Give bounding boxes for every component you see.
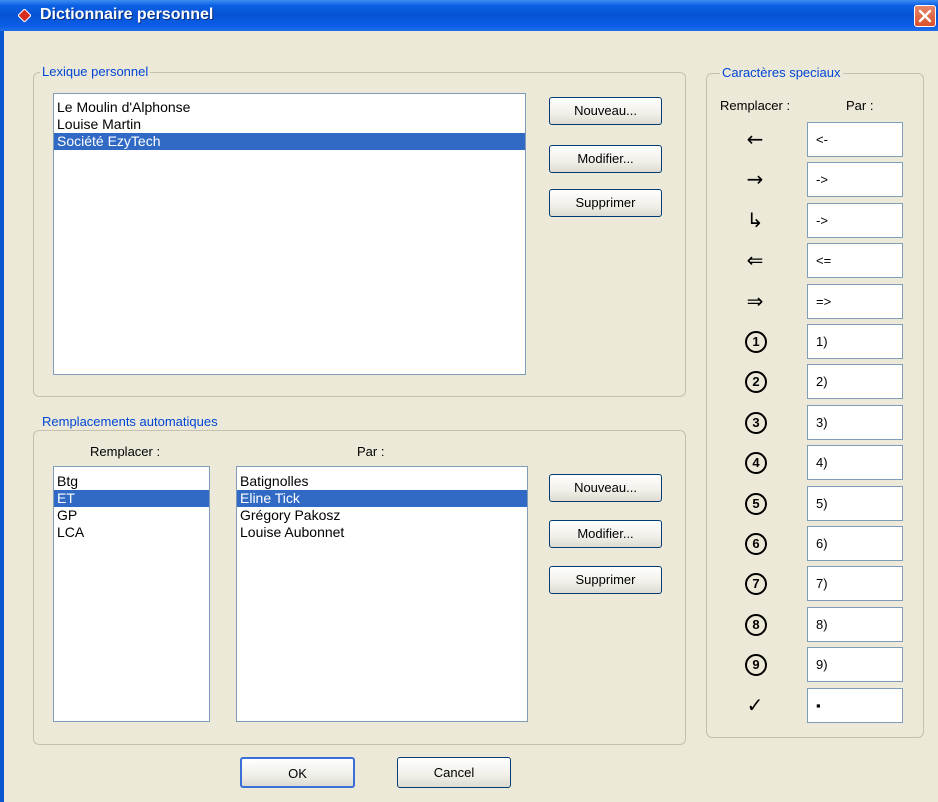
circled-3-icon: 3 [745, 411, 767, 434]
remplacements-new-button[interactable]: Nouveau... [549, 474, 662, 502]
replacement-field[interactable]: ▪ [807, 687, 903, 723]
replacement-field[interactable]: 6) [807, 526, 903, 561]
replacement-field[interactable]: 5) [807, 485, 903, 521]
replace-column-header: Remplacer : [90, 444, 161, 459]
ok-button[interactable]: OK [240, 757, 355, 788]
list-item[interactable]: GP [54, 507, 209, 524]
replacement-field[interactable]: 1) [807, 324, 903, 359]
replacement-field[interactable]: 2) [807, 364, 903, 400]
title-bar[interactable]: Dictionnaire personnel [0, 0, 938, 31]
list-item[interactable]: Batignolles [237, 473, 527, 490]
speciaux-replace-header: Remplacer : [720, 98, 791, 113]
replace-listbox[interactable]: Btg ET GP LCA [53, 466, 210, 722]
replacement-field[interactable]: 7) [807, 566, 903, 602]
list-item[interactable]: Le Moulin d'Alphonse [54, 99, 525, 116]
cancel-button[interactable]: Cancel [397, 757, 511, 788]
list-item[interactable]: Grégory Pakosz [237, 507, 527, 524]
lexique-delete-button[interactable]: Supprimer [549, 189, 662, 217]
close-button[interactable] [914, 5, 936, 27]
lexique-listbox[interactable]: Le Moulin d'Alphonse Louise Martin Société… [53, 93, 526, 375]
app-icon [18, 9, 31, 22]
circled-6-icon: 6 [745, 533, 767, 555]
speciaux-by-header: Par : [846, 98, 874, 113]
window-title: Dictionnaire personnel [40, 6, 214, 23]
replacement-field[interactable]: => [807, 283, 903, 319]
replacement-field[interactable]: 9) [807, 647, 903, 683]
remplacements-legend: Remplacements automatiques [40, 414, 220, 429]
arrow-left-icon: ← [746, 127, 764, 151]
replacement-field[interactable]: 8) [807, 606, 903, 642]
lexique-edit-button[interactable]: Modifier... [549, 145, 662, 173]
by-column-header: Par : [357, 444, 385, 459]
replacement-field[interactable]: 3) [807, 404, 903, 440]
list-item[interactable]: Louise Aubonnet [237, 524, 527, 541]
list-item[interactable]: Louise Martin [54, 116, 525, 133]
list-item[interactable]: Eline Tick [237, 490, 527, 507]
circled-1-icon: 1 [745, 331, 767, 353]
speciaux-legend: Caractères speciaux [720, 65, 843, 80]
window-frame-left [0, 31, 4, 802]
lexique-new-button[interactable]: Nouveau... [549, 97, 662, 125]
by-listbox[interactable]: Batignolles Eline Tick Grégory Pakosz Louis… [236, 466, 528, 722]
list-item[interactable]: Btg [54, 473, 209, 490]
replacement-field[interactable]: -> [807, 162, 903, 198]
arrow-right-icon: → [746, 167, 764, 192]
arrow-down-right-icon: ↳ [746, 207, 764, 232]
double-arrow-right-icon: ⇒ [746, 288, 764, 313]
circled-5-icon: 5 [745, 492, 767, 515]
close-icon [918, 9, 932, 23]
circled-8-icon: 8 [745, 613, 767, 636]
list-item[interactable]: Société EzyTech [54, 133, 525, 150]
lexique-legend: Lexique personnel [40, 64, 151, 79]
double-arrow-left-icon: ⇐ [746, 248, 764, 273]
checkmark-icon: ✓ [746, 692, 764, 717]
list-item[interactable]: LCA [54, 524, 209, 541]
remplacements-delete-button[interactable]: Supprimer [549, 566, 662, 594]
replacement-field[interactable]: 4) [807, 445, 903, 481]
replacement-field[interactable]: <- [807, 122, 903, 157]
list-item[interactable]: ET [54, 490, 209, 507]
replacement-field[interactable]: -> [807, 202, 903, 238]
replacement-field[interactable]: <= [807, 243, 903, 279]
remplacements-edit-button[interactable]: Modifier... [549, 520, 662, 548]
